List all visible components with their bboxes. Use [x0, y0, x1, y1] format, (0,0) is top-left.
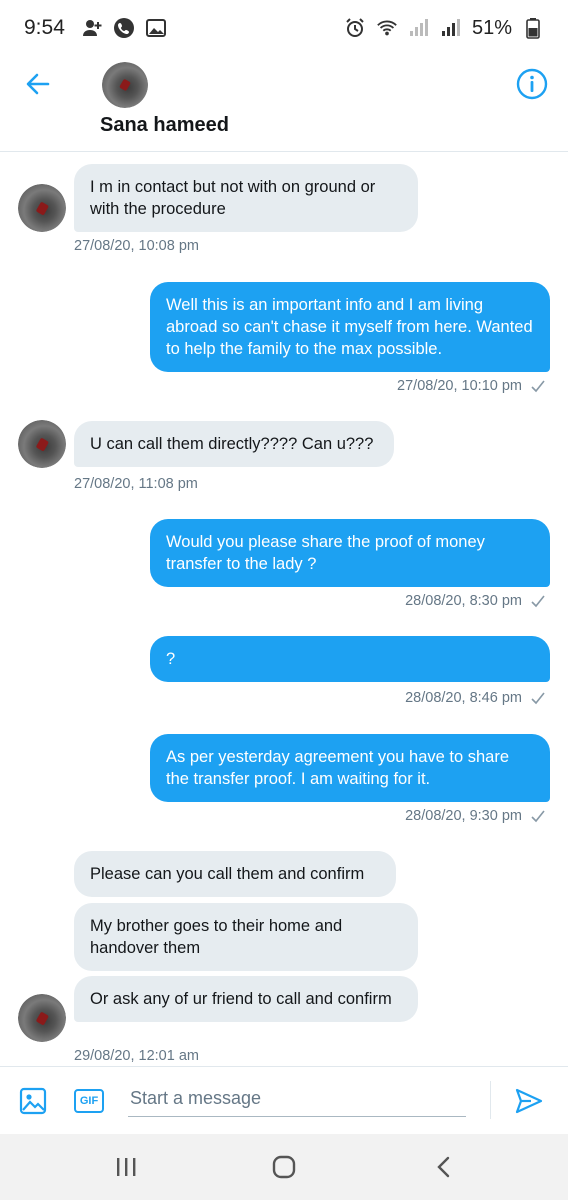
send-icon: [515, 1088, 543, 1114]
back-icon: [437, 1156, 450, 1178]
message-timestamp: 27/08/20, 11:08 pm: [74, 476, 198, 492]
sent-check-icon: [531, 595, 545, 608]
alarm-icon: [344, 17, 366, 39]
signal-icon: [408, 17, 430, 39]
send-button[interactable]: [512, 1084, 546, 1118]
message-bubble-outgoing[interactable]: As per yesterday agreement you have to s…: [150, 734, 550, 802]
timestamp-text: 27/08/20, 10:10 pm: [397, 378, 522, 394]
sender-avatar[interactable]: [18, 420, 66, 468]
home-button[interactable]: [264, 1152, 304, 1182]
message-timestamp: 27/08/20, 10:10 pm: [397, 378, 546, 394]
sent-check-icon: [531, 380, 545, 393]
status-time: 9:54: [24, 16, 65, 39]
image-icon: [145, 17, 167, 39]
message-bubble-incoming[interactable]: U can call them directly???? Can u???: [74, 421, 394, 467]
composer-divider: [490, 1081, 491, 1119]
add-gif-button[interactable]: GIF: [72, 1084, 106, 1118]
message-timestamp: 27/08/20, 10:08 pm: [74, 238, 199, 254]
message-bubble-incoming[interactable]: My brother goes to their home and handov…: [74, 903, 418, 971]
sent-check-icon: [531, 810, 545, 823]
nav-back-button[interactable]: [424, 1152, 464, 1182]
signal-icon: [440, 17, 462, 39]
battery-icon: [522, 17, 544, 39]
message-timestamp: 28/08/20, 8:46 pm: [405, 690, 546, 706]
message-input[interactable]: [128, 1081, 466, 1117]
message-bubble-incoming[interactable]: Or ask any of ur friend to call and conf…: [74, 976, 418, 1022]
message-timestamp: 28/08/20, 8:30 pm: [405, 593, 546, 609]
timestamp-text: 27/08/20, 11:08 pm: [74, 476, 198, 492]
gif-icon: GIF: [74, 1089, 104, 1113]
message-timestamp: 29/08/20, 12:01 am: [74, 1048, 199, 1064]
timestamp-text: 29/08/20, 12:01 am: [74, 1048, 199, 1064]
message-bubble-outgoing[interactable]: Well this is an important info and I am …: [150, 282, 550, 372]
message-bubble-outgoing[interactable]: Would you please share the proof of mone…: [150, 519, 550, 587]
message-composer: GIF: [0, 1066, 568, 1134]
timestamp-text: 28/08/20, 8:30 pm: [405, 593, 522, 609]
contact-name[interactable]: Sana hameed: [100, 114, 229, 137]
message-timestamp: 28/08/20, 9:30 pm: [405, 808, 546, 824]
image-icon: [19, 1087, 47, 1115]
recent-apps-button[interactable]: [106, 1152, 146, 1182]
message-bubble-incoming[interactable]: I m in contact but not with on ground or…: [74, 164, 418, 232]
message-bubble-incoming[interactable]: Please can you call them and confirm: [74, 851, 396, 897]
home-icon: [272, 1155, 296, 1179]
info-button[interactable]: [514, 66, 550, 102]
message-bubble-outgoing[interactable]: ?: [150, 636, 550, 682]
sender-avatar[interactable]: [18, 184, 66, 232]
conversation-header: Sana hameed: [0, 56, 568, 152]
back-arrow-icon: [26, 73, 50, 95]
sender-avatar[interactable]: [18, 994, 66, 1042]
status-bar: 9:54 51%: [0, 0, 568, 56]
phone-icon: [113, 17, 135, 39]
add-photo-button[interactable]: [16, 1084, 50, 1118]
sent-check-icon: [531, 692, 545, 705]
timestamp-text: 28/08/20, 8:46 pm: [405, 690, 522, 706]
system-nav-bar: [0, 1134, 568, 1200]
recent-apps-icon: [117, 1158, 136, 1176]
contact-avatar[interactable]: [102, 62, 148, 108]
wifi-icon: [376, 17, 398, 39]
person-add-icon: [81, 17, 103, 39]
timestamp-text: 27/08/20, 10:08 pm: [74, 238, 199, 254]
back-button[interactable]: [20, 66, 56, 102]
timestamp-text: 28/08/20, 9:30 pm: [405, 808, 522, 824]
info-icon: [516, 68, 548, 100]
battery-percent: 51%: [471, 16, 512, 39]
